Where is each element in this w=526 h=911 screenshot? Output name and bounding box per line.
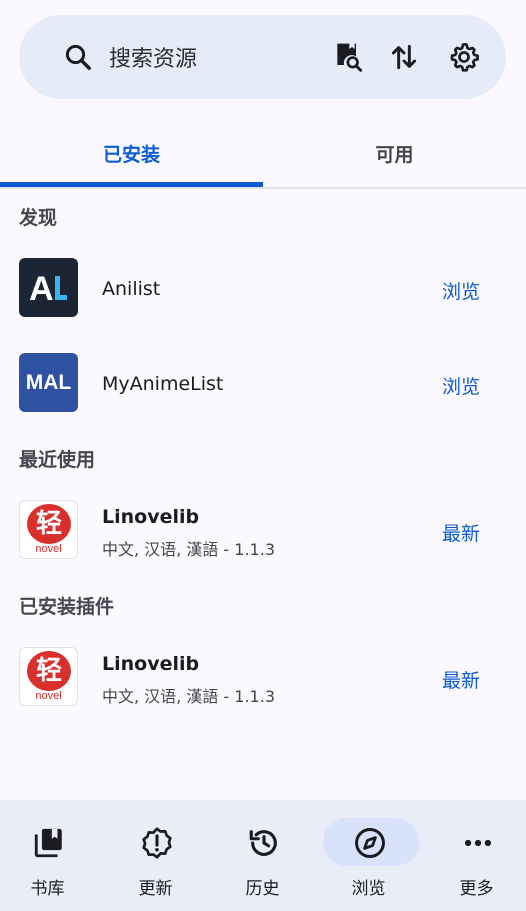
nav-item-updates[interactable]: 更新	[103, 800, 208, 911]
nav-label: 更新	[138, 879, 173, 899]
nav-item-library[interactable]: 书库	[0, 800, 100, 911]
item-title: MyAnimeList	[102, 373, 224, 395]
book-search-icon[interactable]	[332, 41, 364, 73]
section-header-recent: 最近使用	[19, 449, 96, 471]
browse-button[interactable]: 浏览	[442, 277, 480, 304]
search-bar[interactable]: 搜索资源	[19, 15, 506, 99]
sort-icon[interactable]	[388, 41, 420, 73]
divider	[0, 187, 526, 189]
nav-item-more[interactable]: 更多	[424, 800, 526, 911]
more-icon	[464, 839, 492, 847]
tab-installed[interactable]: 已安装	[0, 118, 263, 188]
anilist-logo: A	[19, 258, 78, 317]
linovelib-logo: 轻 novel	[19, 647, 78, 706]
nav-label: 浏览	[351, 879, 386, 899]
nav-item-history[interactable]: 历史	[210, 800, 315, 911]
linovelib-logo-sub: novel	[35, 690, 62, 702]
list-item-linovelib-installed[interactable]: 轻 novel Linovelib 中文, 汉语, 漢語 - 1.1.3 最新	[0, 647, 526, 735]
list-item-linovelib-recent[interactable]: 轻 novel Linovelib 中文, 汉语, 漢語 - 1.1.3 最新	[0, 500, 526, 588]
linovelib-logo-sub: novel	[35, 543, 62, 555]
item-title: Linovelib	[102, 653, 200, 675]
tab-bar: 已安装 可用	[0, 118, 526, 188]
browse-button[interactable]: 浏览	[442, 372, 480, 399]
linovelib-logo: 轻 novel	[19, 500, 78, 559]
nav-label: 更多	[459, 879, 494, 899]
library-icon	[34, 828, 62, 858]
nav-item-browse[interactable]: 浏览	[316, 800, 421, 911]
gear-icon[interactable]	[448, 41, 480, 73]
updates-icon	[142, 827, 172, 859]
history-icon	[249, 830, 277, 856]
latest-button[interactable]: 最新	[442, 666, 480, 693]
item-title: Anilist	[102, 278, 161, 300]
item-meta: 中文, 汉语, 漢語 - 1.1.3	[102, 540, 276, 559]
latest-button[interactable]: 最新	[442, 519, 480, 546]
linovelib-logo-char: 轻	[35, 509, 62, 539]
search-icon[interactable]	[63, 42, 93, 72]
bottom-nav: 书库 更新 历史 浏览 更多	[0, 800, 526, 911]
list-item-anilist[interactable]: A Anilist 浏览	[0, 258, 526, 346]
nav-label: 书库	[30, 879, 65, 899]
mal-logo-text: MAL	[25, 370, 72, 394]
list-item-myanimelist[interactable]: MAL MyAnimeList 浏览	[0, 353, 526, 441]
nav-label: 历史	[245, 879, 280, 899]
compass-icon	[355, 828, 385, 858]
search-input[interactable]: 搜索资源	[109, 41, 197, 73]
mal-logo: MAL	[19, 353, 78, 412]
section-header-discover: 发现	[19, 207, 58, 229]
tab-available[interactable]: 可用	[263, 118, 526, 188]
anilist-logo-letter-a: A	[29, 270, 54, 308]
item-title: Linovelib	[102, 506, 200, 528]
item-meta: 中文, 汉语, 漢語 - 1.1.3	[102, 687, 276, 706]
linovelib-logo-char: 轻	[35, 656, 62, 686]
section-header-installed-plugins: 已安装插件	[19, 596, 115, 618]
